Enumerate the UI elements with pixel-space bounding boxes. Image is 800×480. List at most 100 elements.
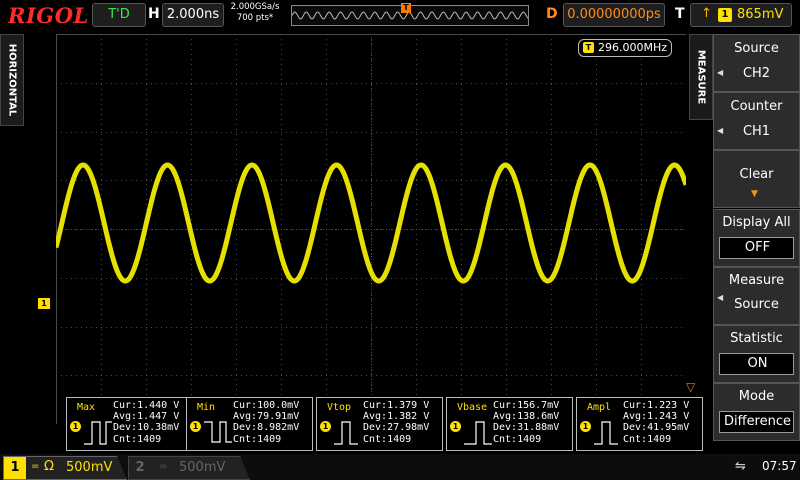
measurement-count: Cnt:1409 bbox=[113, 433, 162, 445]
menu-source[interactable]: Source ◀ CH2 bbox=[713, 34, 800, 92]
menu-display-all[interactable]: Display All OFF bbox=[713, 209, 800, 267]
measurement-ampl: Ampl 1 Cur:1.223 V Avg:1.243 V Dev:41.95mV Cn… bbox=[576, 397, 703, 451]
dc-coupling-icon: = bbox=[31, 461, 40, 472]
measurement-name: Vbase bbox=[457, 402, 488, 413]
measurement-current: Cur:1.223 V bbox=[623, 400, 690, 411]
measurement-average: Avg:1.243 V bbox=[623, 411, 690, 423]
measurement-current: Cur:1.379 V bbox=[363, 400, 430, 411]
sample-rate: 2.000GSa/s bbox=[230, 2, 280, 12]
measure-tab-label: MEASURE bbox=[695, 49, 707, 105]
menu-display-all-box: OFF bbox=[719, 237, 794, 259]
measurement-deviation: Dev:27.98mV bbox=[363, 422, 430, 434]
top-status-bar: RIGOL T'D H 2.000ns 2.000GSa/s 700 pts* … bbox=[0, 0, 800, 32]
menu-statistic-box: ON bbox=[719, 353, 794, 375]
measurement-values: Cur:1.223 V Avg:1.243 V Dev:41.95mV Cnt:140… bbox=[623, 400, 689, 445]
trigger-level-arrow-icon[interactable]: ▽ bbox=[686, 380, 695, 394]
menu-mode-box: Difference bbox=[719, 411, 794, 433]
measurement-vbase: Vbase 1 Cur:156.7mV Avg:138.6mV Dev:31.88mV C… bbox=[446, 397, 573, 451]
measurement-type-icon bbox=[334, 421, 358, 445]
measurement-deviation: Dev:8.982mV bbox=[233, 422, 300, 434]
measurement-count: Cnt:1409 bbox=[493, 433, 542, 445]
measurement-name: Max bbox=[77, 402, 96, 413]
trigger-info[interactable]: ↑ 1 865mV bbox=[690, 3, 792, 27]
menu-clear[interactable]: Clear ▼ bbox=[713, 150, 800, 208]
measurement-values: Cur:1.379 V Avg:1.382 V Dev:27.98mV Cnt:140… bbox=[363, 400, 429, 445]
frequency-value: 296.000MHz bbox=[598, 41, 668, 54]
measurement-type-icon bbox=[464, 421, 492, 445]
menu-source-title: Source bbox=[734, 41, 779, 56]
dropdown-arrow-icon: ▼ bbox=[751, 189, 758, 199]
menu-display-all-value: OFF bbox=[744, 240, 771, 255]
menu-statistic-title: Statistic bbox=[730, 331, 783, 346]
measurement-average: Avg:1.382 V bbox=[363, 411, 430, 423]
measurement-type-icon bbox=[594, 421, 618, 445]
menu-counter-title: Counter bbox=[730, 99, 783, 114]
menu-display-all-title: Display All bbox=[722, 215, 791, 230]
rising-edge-icon: ↑ bbox=[701, 6, 712, 21]
menu-source-value: CH2 bbox=[742, 66, 771, 81]
menu-clear-title: Clear bbox=[739, 167, 774, 182]
run-status-indicator[interactable]: T'D bbox=[92, 3, 146, 27]
measurement-count: Cnt:1409 bbox=[363, 433, 412, 445]
measurement-name: Ampl bbox=[587, 402, 612, 413]
counter-icon: T bbox=[583, 42, 594, 53]
menu-counter-value: CH1 bbox=[742, 124, 771, 139]
dc-coupling-icon: = bbox=[159, 461, 168, 472]
delay-label: D bbox=[546, 6, 558, 22]
memory-depth: 700 pts* bbox=[236, 13, 274, 23]
trigger-level: 865mV bbox=[737, 7, 784, 22]
measurement-count: Cnt:1409 bbox=[233, 433, 282, 445]
sample-rate-info: 2.000GSa/s 700 pts* bbox=[226, 2, 284, 24]
measurement-max: Max 1 Cur:1.440 V Avg:1.447 V Dev:10.38mV Cnt… bbox=[66, 397, 193, 451]
timebase-value[interactable]: 2.000ns bbox=[162, 3, 224, 27]
graticule bbox=[56, 34, 686, 424]
usb-icon: ⇋ bbox=[735, 459, 746, 474]
measurement-current: Cur:1.440 V bbox=[113, 400, 180, 411]
menu-measure-source[interactable]: Measure ◀ Source bbox=[713, 267, 800, 325]
trigger-label: T bbox=[675, 6, 685, 22]
menu-measure-title: Measure bbox=[728, 273, 785, 288]
measurement-deviation: Dev:41.95mV bbox=[623, 422, 690, 434]
measurement-name: Min bbox=[197, 402, 216, 413]
menu-mode-title: Mode bbox=[738, 389, 775, 404]
ch1-source-icon: 1 bbox=[320, 421, 331, 432]
delay-value[interactable]: 0.00000000ps bbox=[563, 3, 665, 27]
measurement-deviation: Dev:10.38mV bbox=[113, 422, 180, 434]
measurement-name: Vtop bbox=[327, 402, 352, 413]
measure-menu-tab[interactable]: MEASURE bbox=[689, 34, 713, 120]
measurement-type-icon bbox=[84, 421, 112, 445]
menu-counter[interactable]: Counter ◀ CH1 bbox=[713, 92, 800, 150]
ch2-number: 2 bbox=[135, 460, 145, 475]
menu-mode[interactable]: Mode Difference bbox=[713, 383, 800, 441]
trigger-source: 1 bbox=[718, 8, 732, 22]
measurement-count: Cnt:1409 bbox=[623, 433, 672, 445]
ch2-scale: 500mV bbox=[179, 460, 226, 475]
horizontal-tab-label: HORIZONTAL bbox=[6, 43, 18, 117]
waveform-display[interactable] bbox=[56, 34, 686, 424]
bottom-status-bar: 1 = Ω 500mV 2 = 500mV ⇋ 07:57 bbox=[0, 454, 800, 480]
frequency-counter: T 296.000MHz bbox=[578, 39, 672, 57]
ch2-settings-badge[interactable]: 2 = 500mV bbox=[128, 456, 250, 480]
brand-logo: RIGOL bbox=[8, 3, 89, 28]
menu-mode-value: Difference bbox=[723, 414, 792, 429]
system-clock: 07:57 bbox=[762, 459, 797, 473]
horizontal-label: H bbox=[148, 6, 160, 22]
measurement-current: Cur:100.0mV bbox=[233, 400, 300, 411]
ch1-settings-badge[interactable]: 1 = Ω 500mV bbox=[3, 456, 127, 480]
ch1-source-icon: 1 bbox=[450, 421, 461, 432]
trigger-position-marker: T bbox=[401, 3, 411, 13]
ch1-offset-marker[interactable]: 1 bbox=[38, 298, 50, 309]
measurement-current: Cur:156.7mV bbox=[493, 400, 560, 411]
impedance-icon: Ω bbox=[44, 459, 54, 474]
horizontal-menu-tab[interactable]: HORIZONTAL bbox=[0, 34, 24, 126]
ch1-source-icon: 1 bbox=[580, 421, 591, 432]
ch1-source-icon: 1 bbox=[190, 421, 201, 432]
measurement-average: Avg:1.447 V bbox=[113, 411, 180, 423]
measurement-average: Avg:79.91mV bbox=[233, 411, 300, 423]
measurement-min: Min 1 Cur:100.0mV Avg:79.91mV Dev:8.982mV Cnt… bbox=[186, 397, 313, 451]
measurement-average: Avg:138.6mV bbox=[493, 411, 560, 423]
ch1-number: 1 bbox=[4, 457, 26, 479]
menu-statistic[interactable]: Statistic ON bbox=[713, 325, 800, 383]
menu-measure-value: Source bbox=[734, 297, 779, 312]
measurement-values: Cur:100.0mV Avg:79.91mV Dev:8.982mV Cnt:140… bbox=[233, 400, 299, 445]
